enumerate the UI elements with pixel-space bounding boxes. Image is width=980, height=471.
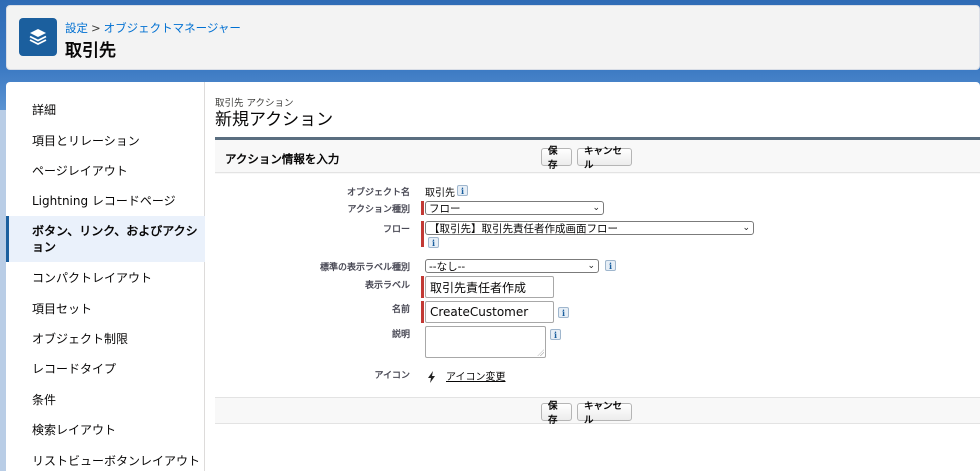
lightning-icon <box>427 368 436 383</box>
panel-header: アクション情報を入力 保存 キャンセル <box>215 140 980 173</box>
sidebar-nav: 詳細 項目とリレーション ページレイアウト Lightning レコードページ … <box>6 82 205 471</box>
object-title: 取引先 <box>65 41 116 61</box>
main-card: 詳細 項目とリレーション ページレイアウト Lightning レコードページ … <box>6 82 980 471</box>
standard-label-type-label: 標準の表示ラベル種別 <box>319 263 410 273</box>
info-icon[interactable]: i <box>428 237 439 248</box>
panel-title: アクション情報を入力 <box>225 152 340 166</box>
sidebar-item-search-layouts[interactable]: 検索レイアウト <box>6 414 205 444</box>
save-button-bottom[interactable]: 保存 <box>541 401 572 426</box>
sidebar-item-record-types[interactable]: レコードタイプ <box>6 353 205 383</box>
action-type-value: フロー <box>429 202 461 215</box>
content-area: 取引先 アクション 新規アクション アクション情報を入力 保存 キャンセル オブ… <box>215 82 980 471</box>
required-indicator <box>421 301 424 323</box>
info-icon[interactable]: i <box>457 185 468 196</box>
breadcrumb: 設定 > オブジェクトマネージャー <box>65 20 241 36</box>
chevron-down-icon: ⌄ <box>742 223 750 233</box>
sidebar-item-conditions[interactable]: 条件 <box>6 384 205 414</box>
sidebar-item-lightning-pages[interactable]: Lightning レコードページ <box>6 185 205 215</box>
sidebar-item-compact-layouts[interactable]: コンパクトレイアウト <box>6 262 205 292</box>
chevron-down-icon: ⌄ <box>592 203 600 213</box>
action-form-panel: アクション情報を入力 保存 キャンセル オブジェクト名 取引先 i アクション種… <box>215 137 980 427</box>
flow-select[interactable]: 【取引先】取引先責任者作成画面フロー ⌄ <box>425 221 754 235</box>
display-label-input[interactable]: 取引先責任者作成 <box>425 276 554 298</box>
resize-handle-icon[interactable] <box>537 349 544 356</box>
sidebar-item-details[interactable]: 詳細 <box>6 94 205 124</box>
icon-label: アイコン <box>374 371 410 381</box>
info-icon[interactable]: i <box>550 329 561 340</box>
sidebar-item-fields[interactable]: 項目とリレーション <box>6 125 205 155</box>
breadcrumb-settings-link[interactable]: 設定 <box>65 21 88 35</box>
standard-label-type-value: --なし-- <box>429 260 466 273</box>
object-name-label: オブジェクト名 <box>346 188 410 198</box>
name-input[interactable]: CreateCustomer <box>425 301 554 323</box>
required-indicator <box>421 201 424 215</box>
panel-body: オブジェクト名 取引先 i アクション種別 フロー ⌄ フロー 【取引先】取引先… <box>215 174 980 397</box>
page-title: 新規アクション <box>215 110 334 130</box>
cancel-button-bottom[interactable]: キャンセル <box>577 401 632 426</box>
chevron-down-icon: ⌄ <box>587 261 595 271</box>
sidebar-item-field-sets[interactable]: 項目セット <box>6 293 205 323</box>
required-indicator <box>421 221 424 247</box>
sidebar-item-object-limits[interactable]: オブジェクト制限 <box>6 323 205 353</box>
sidebar-item-list-view-button-layout[interactable]: リストビューボタンレイアウト <box>6 445 205 471</box>
panel-footer: 保存 キャンセル <box>215 397 980 427</box>
breadcrumb-separator: > <box>91 21 101 35</box>
sidebar-item-buttons-links-actions[interactable]: ボタン、リンク、およびアクシ ョン <box>6 216 205 262</box>
breadcrumb-object-manager-link[interactable]: オブジェクトマネージャー <box>104 21 241 35</box>
description-textarea[interactable] <box>425 326 546 358</box>
flow-label: フロー <box>382 225 410 235</box>
object-name-value: 取引先 <box>425 188 455 199</box>
layers-icon <box>19 18 57 56</box>
page-header: 設定 > オブジェクトマネージャー 取引先 <box>6 5 980 70</box>
change-icon-link[interactable]: アイコン変更 <box>446 368 506 383</box>
flow-value: 【取引先】取引先責任者作成画面フロー <box>429 222 618 235</box>
sidebar-item-label-line2: ョン <box>32 240 57 254</box>
action-type-label: アクション種別 <box>347 205 410 215</box>
action-type-select[interactable]: フロー ⌄ <box>425 201 604 215</box>
info-icon[interactable]: i <box>605 260 616 271</box>
info-icon[interactable]: i <box>558 307 569 318</box>
name-label: 名前 <box>391 305 410 315</box>
sidebar-item-label-line1: ボタン、リンク、およびアクシ <box>32 224 198 238</box>
description-label: 説明 <box>391 330 410 340</box>
required-indicator <box>421 276 424 298</box>
display-label-label: 表示ラベル <box>364 281 410 291</box>
save-button-top[interactable]: 保存 <box>541 146 572 171</box>
cancel-button-top[interactable]: キャンセル <box>577 146 632 171</box>
standard-label-type-select[interactable]: --なし-- ⌄ <box>425 259 599 273</box>
sidebar-item-page-layouts[interactable]: ページレイアウト <box>6 155 205 185</box>
